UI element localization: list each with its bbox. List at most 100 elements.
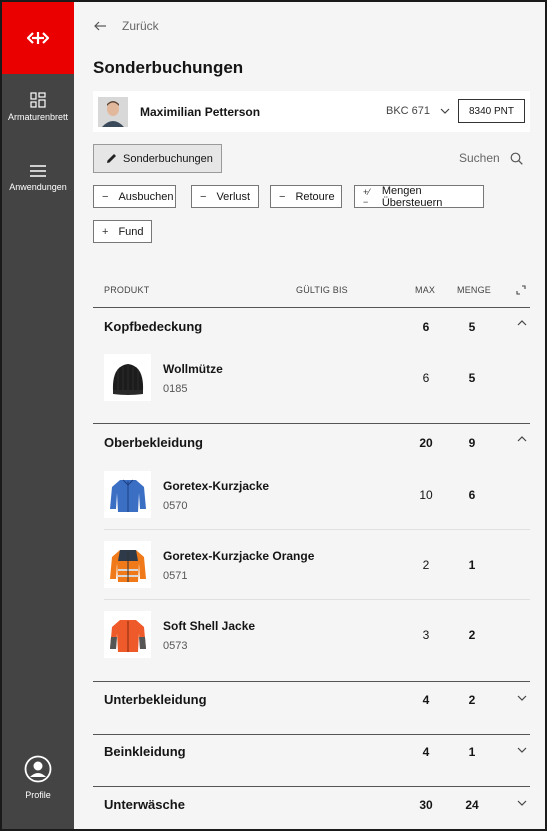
group-menge: 2 xyxy=(468,693,476,707)
expand-icon[interactable] xyxy=(516,285,526,295)
action-label: Fund xyxy=(118,225,144,238)
plus-icon: + xyxy=(102,225,109,238)
search-icon xyxy=(510,152,523,165)
group-row-oberbekleidung[interactable]: Oberbekleidung 20 9 xyxy=(93,431,530,455)
sidebar-item-label: Armaturenbrett xyxy=(7,112,69,122)
user-card: Maximilian Petterson BKC 671 8340 PNT xyxy=(93,91,530,132)
points-badge: 8340 PNT xyxy=(458,99,525,123)
action-label: Ausbuchen xyxy=(118,190,174,203)
profile-icon xyxy=(24,755,52,783)
list-item[interactable]: Soft Shell Jacke 0573 3 2 xyxy=(93,611,530,681)
group-name: Kopfbedeckung xyxy=(104,319,203,334)
item-code: 0185 xyxy=(163,383,188,395)
sonderbuchungen-button[interactable]: Sonderbuchungen xyxy=(93,144,222,173)
retoure-button[interactable]: − Retoure xyxy=(270,185,342,208)
divider xyxy=(93,681,530,682)
divider xyxy=(93,734,530,735)
column-menge: MENGE xyxy=(457,285,492,295)
sidebar-item-apps[interactable]: Anwendungen xyxy=(2,164,74,193)
item-menge: 2 xyxy=(468,628,476,642)
item-max: 2 xyxy=(422,558,430,572)
group-max: 4 xyxy=(422,745,430,759)
minus-icon: − xyxy=(102,190,109,203)
sidebar: Armaturenbrett Anwendungen Profile xyxy=(2,2,74,829)
chevron-down-icon[interactable] xyxy=(517,747,527,753)
sidebar-item-label: Profile xyxy=(25,790,51,800)
item-menge: 5 xyxy=(468,371,476,385)
group-name: Oberbekleidung xyxy=(104,435,203,450)
chevron-up-icon[interactable] xyxy=(517,320,527,326)
fund-button[interactable]: + Fund xyxy=(93,220,152,243)
points-value: 8340 PNT xyxy=(468,105,515,117)
group-row-kopfbedeckung[interactable]: Kopfbedeckung 6 5 xyxy=(93,315,530,339)
group-menge: 5 xyxy=(468,320,476,334)
back-label: Zurück xyxy=(122,19,159,33)
item-max: 6 xyxy=(422,371,430,385)
account-select[interactable]: BKC 671 xyxy=(386,105,450,117)
column-produkt: PRODUKT xyxy=(104,285,150,295)
item-name: Soft Shell Jacke xyxy=(163,619,256,633)
arrow-left-icon xyxy=(94,21,106,31)
avatar xyxy=(98,96,128,127)
account-value: BKC 671 xyxy=(386,105,431,117)
chevron-down-icon xyxy=(440,108,450,114)
divider xyxy=(93,307,530,308)
item-menge: 6 xyxy=(468,488,476,502)
group-row-beinkleidung[interactable]: Beinkleidung 4 1 xyxy=(93,740,530,764)
item-code: 0570 xyxy=(163,500,188,512)
sidebar-item-dashboard[interactable]: Armaturenbrett xyxy=(2,92,74,123)
group-max: 4 xyxy=(422,693,430,707)
pencil-icon xyxy=(107,154,116,163)
back-link[interactable]: Zurück xyxy=(94,19,159,33)
chevron-up-icon[interactable] xyxy=(517,436,527,442)
divider xyxy=(104,529,530,530)
item-max: 10 xyxy=(419,488,433,502)
app-window: Armaturenbrett Anwendungen Profile Zurüc… xyxy=(0,0,547,831)
group-row-unterbekleidung[interactable]: Unterbekleidung 4 2 xyxy=(93,688,530,712)
mengen-uebersteuern-button[interactable]: +⁄− Mengen Übersteuern xyxy=(354,184,484,209)
action-label: Retoure xyxy=(295,190,335,203)
group-menge: 9 xyxy=(468,436,476,450)
sidebar-item-label: Anwendungen xyxy=(9,182,67,192)
plus-minus-icon: +⁄− xyxy=(363,186,370,207)
dashboard-icon xyxy=(30,92,46,108)
column-max: MAX xyxy=(415,285,436,295)
divider xyxy=(93,786,530,787)
table-header: PRODUKT GÜLTIG BIS MAX MENGE xyxy=(93,282,530,307)
ausbuchen-button[interactable]: − Ausbuchen xyxy=(93,185,176,208)
search-label: Suchen xyxy=(459,151,500,165)
list-item[interactable]: Goretex-Kurzjacke Orange 0571 2 1 xyxy=(93,541,530,611)
group-max: 20 xyxy=(419,436,433,450)
chevron-down-icon[interactable] xyxy=(517,695,527,701)
verlust-button[interactable]: − Verlust xyxy=(191,185,259,208)
group-menge: 24 xyxy=(465,798,479,812)
item-max: 3 xyxy=(422,628,430,642)
group-name: Beinkleidung xyxy=(104,744,186,759)
action-label: Mengen Übersteuern xyxy=(381,184,443,209)
group-row-unterwaesche[interactable]: Unterwäsche 30 24 xyxy=(93,793,530,817)
item-code: 0573 xyxy=(163,640,188,652)
group-menge: 1 xyxy=(468,745,476,759)
list-item[interactable]: Goretex-Kurzjacke 0570 10 6 xyxy=(93,471,530,541)
item-name: Goretex-Kurzjacke Orange xyxy=(163,549,315,563)
group-name: Unterbekleidung xyxy=(104,692,207,707)
blue-jacket-image xyxy=(104,471,151,518)
sidebar-item-profile[interactable]: Profile xyxy=(2,755,74,801)
action-label: Verlust xyxy=(216,190,251,203)
item-code: 0571 xyxy=(163,570,188,582)
sbb-logo[interactable] xyxy=(2,2,74,74)
user-name: Maximilian Petterson xyxy=(140,104,261,119)
item-name: Goretex-Kurzjacke xyxy=(163,479,270,493)
list-item[interactable]: Wollmütze 0185 6 5 xyxy=(93,354,530,424)
minus-icon: − xyxy=(279,190,286,203)
minus-icon: − xyxy=(200,190,207,203)
item-menge: 1 xyxy=(468,558,476,572)
page-title: Sonderbuchungen xyxy=(93,58,244,77)
divider xyxy=(104,599,530,600)
softshell-jacket-image xyxy=(104,611,151,658)
chevron-down-icon[interactable] xyxy=(517,800,527,806)
search-control[interactable]: Suchen xyxy=(459,151,523,165)
beanie-image xyxy=(104,354,151,401)
column-gueltig-bis: GÜLTIG BIS xyxy=(296,285,348,295)
divider xyxy=(93,423,530,424)
